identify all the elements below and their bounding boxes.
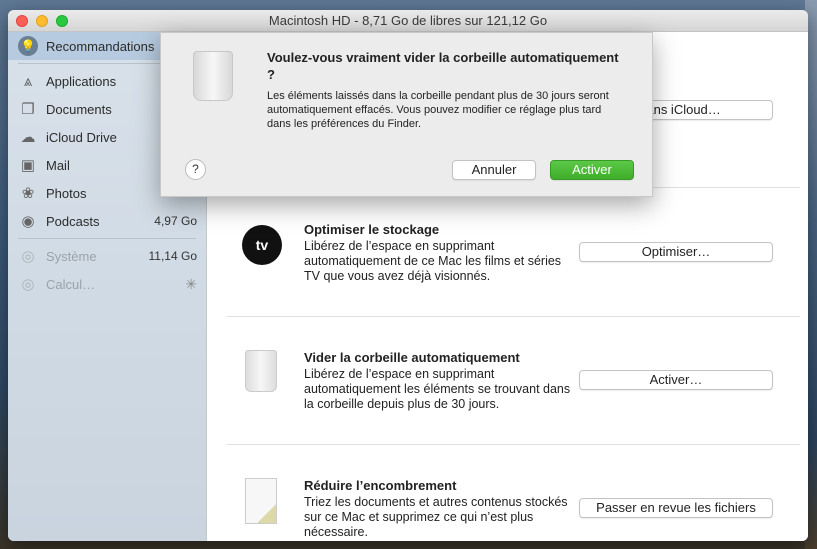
cancel-button[interactable]: Annuler xyxy=(452,160,536,180)
sidebar-divider xyxy=(18,238,196,239)
podcasts-icon: ◉ xyxy=(21,213,35,230)
row-description: Libérez de l’espace en supprimant automa… xyxy=(304,239,562,283)
sidebar-item-label: Système xyxy=(46,248,97,264)
apple-tv-icon: tv xyxy=(242,225,282,265)
row-title: Vider la corbeille automatiquement xyxy=(304,350,520,365)
gear-disk-icon: ◎ xyxy=(21,276,35,293)
window-title: Macintosh HD - 8,71 Go de libres sur 121… xyxy=(268,13,548,28)
row-description: Triez les documents et autres contenus s… xyxy=(304,495,568,539)
trash-icon xyxy=(193,51,233,101)
optimize-button[interactable]: Optimiser… xyxy=(579,242,773,262)
divider xyxy=(227,316,800,317)
photos-icon: ❀ xyxy=(21,185,35,202)
row-description: Libérez de l’espace en supprimant automa… xyxy=(304,367,571,411)
row-title: Réduire l’encombrement xyxy=(304,478,457,493)
sidebar-item-label: Mail xyxy=(46,157,70,173)
sidebar-item-label: Calcul… xyxy=(46,276,96,292)
lightbulb-icon: 💡 xyxy=(18,36,38,56)
apple-tv-icon-text: tv xyxy=(255,237,269,253)
dialog-title: Voulez-vous vraiment vider la corbeille … xyxy=(267,50,619,82)
sidebar-item-label: Photos xyxy=(46,185,87,201)
sidebar-item-label: Recommandations xyxy=(46,38,155,54)
review-files-button[interactable]: Passer en revue les fichiers xyxy=(579,498,773,518)
minimize-button[interactable] xyxy=(36,15,48,27)
sidebar-item-size: 4,97 Go xyxy=(154,214,197,228)
document-icon xyxy=(245,478,277,524)
documents-icon: ❐ xyxy=(21,101,35,118)
mail-icon: ▣ xyxy=(20,157,36,174)
activate-button[interactable]: Activer… xyxy=(579,370,773,390)
spinner-icon: ✳ xyxy=(185,275,197,292)
sidebar-item-calcul: ◎ Calcul… ✳ xyxy=(8,270,207,298)
divider xyxy=(227,444,800,445)
sidebar-item-label: iCloud Drive xyxy=(46,129,117,145)
help-button[interactable]: ? xyxy=(185,159,206,180)
zoom-button[interactable] xyxy=(56,15,68,27)
activate-confirm-button[interactable]: Activer xyxy=(550,160,634,180)
trash-icon xyxy=(245,350,277,392)
row-title: Optimiser le stockage xyxy=(304,222,440,237)
sidebar-item-size: 11,14 Go xyxy=(148,249,197,263)
sidebar-item-systeme: ◎ Système 11,14 Go xyxy=(8,242,207,270)
cloud-icon: ☁ xyxy=(20,129,36,146)
sidebar-item-podcasts[interactable]: ◉ Podcasts 4,97 Go xyxy=(8,207,207,235)
dialog-message: Les éléments laissés dans la corbeille p… xyxy=(267,90,609,130)
gear-disk-icon: ◎ xyxy=(21,248,35,265)
title-bar: Macintosh HD - 8,71 Go de libres sur 121… xyxy=(8,10,808,32)
confirm-dialog: Voulez-vous vraiment vider la corbeille … xyxy=(160,32,653,197)
sidebar-item-label: Documents xyxy=(46,101,112,117)
sidebar-item-label: Applications xyxy=(46,73,117,89)
close-button[interactable] xyxy=(16,15,28,27)
sidebar-item-label: Podcasts xyxy=(46,213,100,229)
applications-icon: ⩓ xyxy=(23,72,33,90)
